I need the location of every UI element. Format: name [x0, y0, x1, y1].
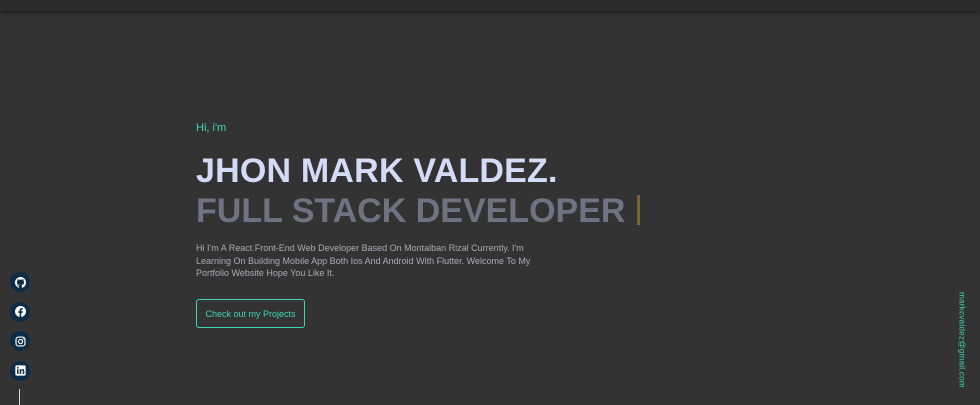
- instagram-icon: [14, 335, 26, 347]
- hero-role-text: FULL STACK DEVELOPER: [196, 192, 626, 230]
- linkedin-icon: [14, 365, 26, 376]
- email-link[interactable]: markcvaldez@gmail.com: [958, 292, 967, 388]
- hero-description: Hi I'm A React Front-End Web Developer B…: [196, 243, 531, 279]
- hero-section: Hi, i'm JHON MARK VALDEZ. FULL STACK DEV…: [196, 118, 641, 328]
- linkedin-link[interactable]: [10, 360, 30, 381]
- facebook-icon: [14, 306, 26, 317]
- hero-role: FULL STACK DEVELOPER: [196, 191, 641, 231]
- top-navbar: [0, 0, 980, 11]
- facebook-link[interactable]: [10, 301, 30, 322]
- hero-name: JHON MARK VALDEZ.: [196, 152, 558, 190]
- github-icon: [14, 276, 26, 288]
- social-divider-line: [19, 389, 20, 405]
- social-links: [10, 272, 30, 390]
- typing-cursor: [637, 195, 641, 226]
- github-link[interactable]: [10, 272, 30, 292]
- greeting-text: Hi, i'm: [196, 122, 227, 134]
- check-projects-button[interactable]: Check out my Projects: [196, 299, 305, 328]
- instagram-link[interactable]: [10, 331, 30, 351]
